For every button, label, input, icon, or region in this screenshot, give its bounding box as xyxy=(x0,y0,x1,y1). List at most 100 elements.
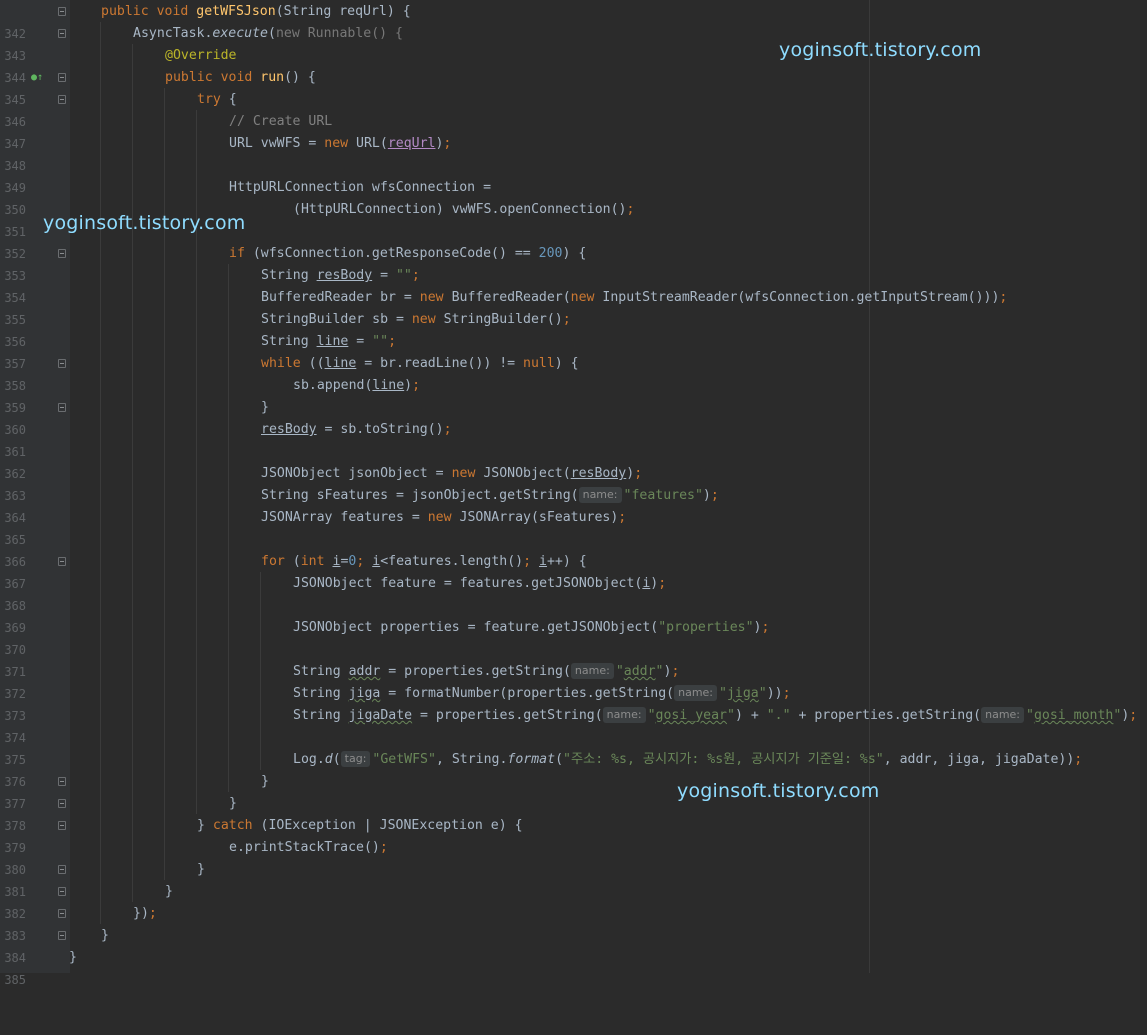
token: , String. xyxy=(435,752,508,767)
token: ; xyxy=(562,312,571,327)
code-line[interactable]: 372 String addr = properties.getString(n… xyxy=(0,661,1147,701)
fold-icon[interactable] xyxy=(58,73,66,82)
token: String xyxy=(261,334,317,349)
token: BufferedReader( xyxy=(451,290,571,305)
code-line[interactable]: 365 JSONArray features = new JSONArray(s… xyxy=(0,507,1147,547)
code-line[interactable]: 374 String jigaDate = properties.getStri… xyxy=(0,705,1147,745)
token: public void xyxy=(165,70,261,85)
code-line[interactable]: 377 } xyxy=(0,771,1147,811)
token: " xyxy=(647,708,656,723)
code-line[interactable]: 382 } xyxy=(0,881,1147,921)
code-line[interactable]: 366 xyxy=(0,529,1147,569)
fold-icon[interactable] xyxy=(58,777,66,786)
code-line[interactable]: 381 } xyxy=(0,859,1147,899)
code-line[interactable]: 375 xyxy=(0,727,1147,767)
code-line[interactable]: 385 } xyxy=(0,947,1147,987)
token: " xyxy=(1026,708,1034,723)
token: = properties.getString( xyxy=(412,708,603,723)
code-line[interactable]: 347 // Create URL xyxy=(0,111,1147,151)
fold-icon[interactable] xyxy=(58,249,66,258)
code-line[interactable]: 371 xyxy=(0,639,1147,679)
token: StringBuilder() xyxy=(443,312,563,327)
code-line[interactable]: 384 } xyxy=(0,925,1147,965)
token: BufferedReader br = xyxy=(261,290,420,305)
override-marker-icon[interactable]: ●↑ xyxy=(31,72,43,84)
token: JSONObject jsonObject = xyxy=(261,466,452,481)
token: format xyxy=(507,752,556,767)
code-line[interactable]: 383 }); xyxy=(0,903,1147,943)
fold-icon[interactable] xyxy=(58,799,66,808)
fold-icon[interactable] xyxy=(58,359,66,368)
code-line[interactable]: 348 URL vwWFS = new URL(reqUrl); xyxy=(0,133,1147,173)
code-line[interactable]: 354 String resBody = ""; xyxy=(0,265,1147,305)
fold-icon[interactable] xyxy=(58,7,66,16)
code-line[interactable]: 380 e.printStackTrace(); xyxy=(0,837,1147,877)
token: String sFeatures = jsonObject.getString( xyxy=(261,488,579,503)
code-line[interactable]: 359 sb.append(line); xyxy=(0,375,1147,415)
fold-icon[interactable] xyxy=(58,821,66,830)
code-line[interactable]: 358 while ((line = br.readLine()) != nul… xyxy=(0,353,1147,393)
code-line[interactable]: 362 xyxy=(0,441,1147,481)
fold-icon[interactable] xyxy=(58,909,66,918)
fold-icon[interactable] xyxy=(58,865,66,874)
token: " xyxy=(615,664,624,679)
token: = properties.getString( xyxy=(380,664,571,679)
code-line[interactable]: 379 } catch (IOException | JSONException… xyxy=(0,815,1147,855)
code-line[interactable]: 349 xyxy=(0,155,1147,195)
token: (( xyxy=(308,356,325,371)
token: null xyxy=(523,356,555,371)
code-line[interactable]: 356 StringBuilder sb = new StringBuilder… xyxy=(0,309,1147,349)
fold-icon[interactable] xyxy=(58,95,66,104)
code-line[interactable]: 355 BufferedReader br = new BufferedRead… xyxy=(0,287,1147,327)
token: ; xyxy=(356,554,373,569)
token: " xyxy=(758,686,767,701)
code-line[interactable]: 342 public void getWFSJson(String reqUrl… xyxy=(0,1,1147,41)
code-line[interactable]: 360 } xyxy=(0,397,1147,437)
code-line[interactable]: 364 String sFeatures = jsonObject.getStr… xyxy=(0,485,1147,525)
token: "" xyxy=(372,334,389,349)
fold-icon[interactable] xyxy=(58,403,66,412)
token: line xyxy=(324,356,357,371)
fold-icon[interactable] xyxy=(58,931,66,940)
token: URL vwWFS = xyxy=(229,136,325,151)
token: = formatNumber(properties.getString( xyxy=(380,686,675,701)
code-line[interactable]: 345 ●↑ public void run() { xyxy=(0,67,1147,107)
code-line[interactable]: 369 xyxy=(0,595,1147,635)
code-line[interactable]: 367 for (int i=0; i<features.length(); i… xyxy=(0,551,1147,591)
code-line[interactable]: 346 try { xyxy=(0,89,1147,129)
token: ; xyxy=(761,620,770,635)
token: ; xyxy=(411,268,420,283)
code-line[interactable]: 376 Log.d(tag: "GetWFS", String.format("주… xyxy=(0,749,1147,789)
token: ; xyxy=(523,554,539,569)
token: AsyncTask. xyxy=(133,26,213,41)
token: execute xyxy=(212,26,268,41)
token: = br.readLine()) != xyxy=(356,356,524,371)
token: ) xyxy=(702,488,711,503)
token: }) xyxy=(133,906,149,921)
token: 200 xyxy=(538,246,563,261)
token: (wfsConnection.getResponseCode() == xyxy=(252,246,539,261)
parameter-hint: name: xyxy=(570,663,614,679)
code-editor[interactable]: 342 public void getWFSJson(String reqUrl… xyxy=(0,0,1147,987)
token: gosi_month xyxy=(1033,708,1114,723)
token: } xyxy=(229,796,237,811)
token: ; xyxy=(1129,708,1138,723)
fold-icon[interactable] xyxy=(58,557,66,566)
code-line[interactable]: 378 } xyxy=(0,793,1147,833)
fold-icon[interactable] xyxy=(58,29,66,38)
token: ; xyxy=(379,840,388,855)
token: InputStreamReader(wfsConnection.getInput… xyxy=(602,290,1000,305)
code-line[interactable]: 357 String line = ""; xyxy=(0,331,1147,371)
token: jigaDate xyxy=(348,708,413,723)
token: (IOException | JSONException e) { xyxy=(260,818,523,833)
code-line[interactable]: 363 JSONObject jsonObject = new JSONObje… xyxy=(0,463,1147,503)
code-line[interactable]: 353 if (wfsConnection.getResponseCode() … xyxy=(0,243,1147,283)
code-line[interactable]: 361 resBody = sb.toString(); xyxy=(0,419,1147,459)
code-line[interactable]: 350 HttpURLConnection wfsConnection = xyxy=(0,177,1147,217)
token: line xyxy=(316,334,349,349)
code-line[interactable]: 370 JSONObject properties = feature.getJ… xyxy=(0,617,1147,657)
code-line[interactable]: 373 String jiga = formatNumber(propertie… xyxy=(0,683,1147,723)
token: ; xyxy=(710,488,719,503)
code-line[interactable]: 368 JSONObject feature = features.getJSO… xyxy=(0,573,1147,613)
fold-icon[interactable] xyxy=(58,887,66,896)
